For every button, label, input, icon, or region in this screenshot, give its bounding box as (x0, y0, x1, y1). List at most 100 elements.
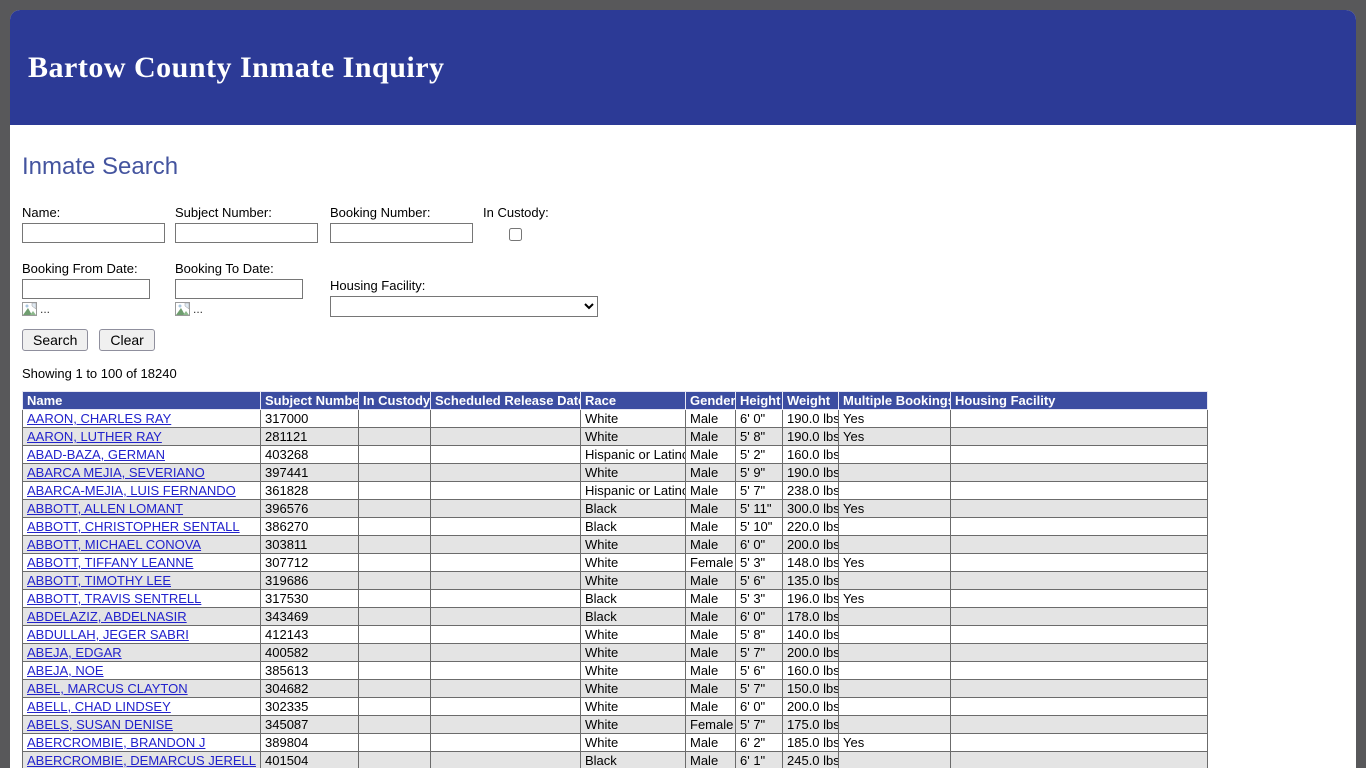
cell-housing-facility (951, 590, 1208, 608)
cell-scheduled-release-date (431, 410, 581, 428)
housing-facility-select[interactable] (330, 296, 598, 317)
col-header-subject-number: Subject Number (261, 392, 359, 410)
col-header-housing-facility: Housing Facility (951, 392, 1208, 410)
cell-race: White (581, 698, 686, 716)
cell-subject-number: 396576 (261, 500, 359, 518)
inmate-name-link[interactable]: ABAD-BAZA, GERMAN (27, 447, 165, 462)
cell-multiple-bookings (839, 662, 951, 680)
cell-housing-facility (951, 662, 1208, 680)
cell-gender: Male (686, 734, 736, 752)
cell-multiple-bookings (839, 698, 951, 716)
cell-scheduled-release-date (431, 698, 581, 716)
cell-weight: 135.0 lbs (783, 572, 839, 590)
cell-height: 5' 2" (736, 446, 783, 464)
col-header-name: Name (23, 392, 261, 410)
cell-weight: 196.0 lbs (783, 590, 839, 608)
table-row: ABBOTT, CHRISTOPHER SENTALL 386270 Black… (23, 518, 1208, 536)
cell-scheduled-release-date (431, 644, 581, 662)
inmate-name-link[interactable]: ABARCA MEJIA, SEVERIANO (27, 465, 205, 480)
cell-name: ABBOTT, TIMOTHY LEE (23, 572, 261, 590)
cell-race: White (581, 716, 686, 734)
cell-height: 6' 0" (736, 410, 783, 428)
cell-in-custody (359, 410, 431, 428)
subject-number-input[interactable] (175, 223, 318, 243)
cell-multiple-bookings (839, 518, 951, 536)
cell-multiple-bookings (839, 536, 951, 554)
cell-scheduled-release-date (431, 464, 581, 482)
cell-weight: 185.0 lbs (783, 734, 839, 752)
cell-weight: 200.0 lbs (783, 536, 839, 554)
inmate-name-link[interactable]: ABELL, CHAD LINDSEY (27, 699, 171, 714)
cell-in-custody (359, 698, 431, 716)
inmate-name-link[interactable]: ABBOTT, TIMOTHY LEE (27, 573, 171, 588)
section-title: Inmate Search (22, 125, 1344, 181)
clear-button[interactable]: Clear (99, 329, 154, 351)
cell-race: White (581, 428, 686, 446)
table-row: ABDULLAH, JEGER SABRI 412143 White Male … (23, 626, 1208, 644)
inmate-name-link[interactable]: ABDULLAH, JEGER SABRI (27, 627, 189, 642)
cell-gender: Male (686, 680, 736, 698)
name-input[interactable] (22, 223, 165, 243)
broken-image-alt-text: ... (193, 302, 203, 316)
inmate-name-link[interactable]: ABDELAZIZ, ABDELNASIR (27, 609, 187, 624)
in-custody-checkbox[interactable] (509, 228, 522, 241)
inmate-name-link[interactable]: ABERCROMBIE, DEMARCUS JERELL (27, 753, 256, 768)
inmate-name-link[interactable]: ABEL, MARCUS CLAYTON (27, 681, 188, 696)
cell-weight: 200.0 lbs (783, 698, 839, 716)
cell-housing-facility (951, 752, 1208, 768)
cell-in-custody (359, 608, 431, 626)
inmate-name-link[interactable]: ABELS, SUSAN DENISE (27, 717, 173, 732)
cell-subject-number: 389804 (261, 734, 359, 752)
booking-from-input[interactable] (22, 279, 150, 299)
cell-name: ABEJA, NOE (23, 662, 261, 680)
cell-multiple-bookings (839, 572, 951, 590)
cell-subject-number: 403268 (261, 446, 359, 464)
cell-name: ABDELAZIZ, ABDELNASIR (23, 608, 261, 626)
cell-in-custody (359, 752, 431, 768)
cell-weight: 300.0 lbs (783, 500, 839, 518)
broken-calendar-icon (175, 302, 193, 317)
inmate-name-link[interactable]: AARON, LUTHER RAY (27, 429, 162, 444)
inmate-name-link[interactable]: AARON, CHARLES RAY (27, 411, 171, 426)
col-header-gender: Gender (686, 392, 736, 410)
cell-race: Black (581, 608, 686, 626)
inmate-name-link[interactable]: ABEJA, NOE (27, 663, 104, 678)
subject-number-label: Subject Number: (175, 205, 330, 220)
cell-scheduled-release-date (431, 428, 581, 446)
booking-to-input[interactable] (175, 279, 303, 299)
cell-height: 5' 6" (736, 662, 783, 680)
inmate-name-link[interactable]: ABEJA, EDGAR (27, 645, 122, 660)
inmate-name-link[interactable]: ABBOTT, MICHAEL CONOVA (27, 537, 201, 552)
cell-subject-number: 319686 (261, 572, 359, 590)
cell-height: 5' 8" (736, 626, 783, 644)
cell-housing-facility (951, 608, 1208, 626)
table-row: ABERCROMBIE, BRANDON J 389804 White Male… (23, 734, 1208, 752)
cell-weight: 245.0 lbs (783, 752, 839, 768)
cell-name: ABBOTT, CHRISTOPHER SENTALL (23, 518, 261, 536)
search-button[interactable]: Search (22, 329, 88, 351)
booking-from-label: Booking From Date: (22, 261, 175, 276)
table-row: ABELS, SUSAN DENISE 345087 White Female … (23, 716, 1208, 734)
cell-gender: Male (686, 410, 736, 428)
cell-race: White (581, 536, 686, 554)
cell-race: Black (581, 752, 686, 768)
inmate-name-link[interactable]: ABERCROMBIE, BRANDON J (27, 735, 205, 750)
inmate-name-link[interactable]: ABBOTT, TIFFANY LEANNE (27, 555, 193, 570)
cell-housing-facility (951, 554, 1208, 572)
cell-height: 5' 3" (736, 554, 783, 572)
cell-race: White (581, 554, 686, 572)
inmate-name-link[interactable]: ABBOTT, TRAVIS SENTRELL (27, 591, 201, 606)
cell-name: ABARCA MEJIA, SEVERIANO (23, 464, 261, 482)
inmate-name-link[interactable]: ABARCA-MEJIA, LUIS FERNANDO (27, 483, 236, 498)
cell-subject-number: 317530 (261, 590, 359, 608)
inmate-name-link[interactable]: ABBOTT, CHRISTOPHER SENTALL (27, 519, 240, 534)
cell-scheduled-release-date (431, 500, 581, 518)
cell-housing-facility (951, 716, 1208, 734)
cell-subject-number: 317000 (261, 410, 359, 428)
cell-name: ABELS, SUSAN DENISE (23, 716, 261, 734)
booking-number-input[interactable] (330, 223, 473, 243)
table-row: ABBOTT, TRAVIS SENTRELL 317530 Black Mal… (23, 590, 1208, 608)
inmate-name-link[interactable]: ABBOTT, ALLEN LOMANT (27, 501, 183, 516)
table-row: ABBOTT, TIMOTHY LEE 319686 White Male 5'… (23, 572, 1208, 590)
col-header-multiple-bookings: Multiple Bookings (839, 392, 951, 410)
